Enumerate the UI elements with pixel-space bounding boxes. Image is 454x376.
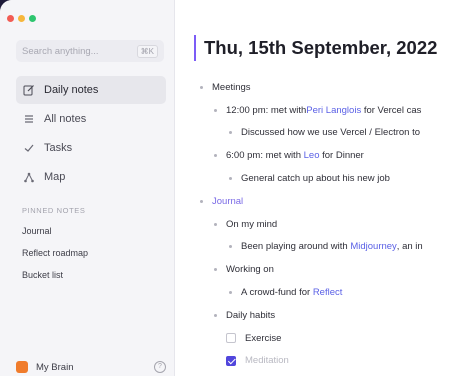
- bullet-icon: [214, 268, 217, 272]
- brain-color-swatch: [16, 361, 28, 373]
- brain-switcher[interactable]: My Brain ?: [16, 360, 166, 374]
- backlink-peri-langlois[interactable]: Peri Langlois: [306, 105, 361, 116]
- outline-text: for Dinner: [319, 150, 364, 162]
- outline-text: Discussed how we use Vercel / Electron t…: [241, 127, 421, 139]
- checkbox[interactable]: [226, 333, 236, 344]
- backlink-leo[interactable]: Leo: [304, 150, 320, 161]
- pinned-notes-list: Journal Reflect roadmap Bucket list: [22, 226, 88, 292]
- page-title[interactable]: Thu, 15th September, 2022: [204, 37, 437, 59]
- sidebar-item-label: All notes: [44, 113, 87, 125]
- sidebar-item-label: Tasks: [44, 142, 73, 154]
- search-placeholder: Search anything...: [22, 45, 99, 57]
- pinned-note-bucket-list[interactable]: Bucket list: [22, 270, 88, 292]
- outline-item-working-detail[interactable]: A crowd-fund for Reflect: [175, 281, 454, 304]
- graph-icon: [22, 170, 36, 184]
- app-window: Search anything... ⌘K Daily notes All no…: [0, 0, 454, 376]
- outline-item-meeting-2[interactable]: 6:00 pm: met with Leo for Dinner: [175, 144, 454, 167]
- checkbox-checked[interactable]: [226, 355, 236, 366]
- sidebar-item-label: Daily notes: [44, 84, 99, 96]
- todo-label: Meditation: [245, 355, 289, 367]
- note-outline: Meetings 12:00 pm: met with Peri Langloi…: [175, 76, 454, 372]
- search-shortcut-badge: ⌘K: [136, 44, 158, 58]
- outline-text: , an in: [396, 241, 423, 253]
- sidebar-item-all-notes[interactable]: All notes: [16, 105, 166, 133]
- sidebar: Search anything... ⌘K Daily notes All no…: [0, 0, 175, 376]
- minimize-window-button[interactable]: [18, 15, 25, 22]
- outline-text: Meetings: [212, 81, 251, 93]
- outline-item-working-on[interactable]: Working on: [175, 258, 454, 281]
- help-icon[interactable]: ?: [154, 361, 166, 373]
- outline-text: Journal: [212, 195, 244, 207]
- outline-item-meeting-2-detail[interactable]: General catch up about his new job: [175, 167, 454, 190]
- outline-item-on-my-mind[interactable]: On my mind: [175, 213, 454, 236]
- title-accent-bar: [194, 35, 196, 61]
- note-editor[interactable]: Thu, 15th September, 2022 Meetings 12:00…: [175, 0, 454, 376]
- outline-text: General catch up about his new job: [241, 173, 390, 185]
- search-input[interactable]: Search anything... ⌘K: [16, 40, 164, 62]
- bullet-icon: [214, 313, 217, 317]
- bullet-icon: [200, 85, 203, 89]
- outline-text: Been playing around with: [241, 241, 351, 253]
- bullet-icon: [214, 154, 217, 158]
- pinned-note-reflect-roadmap[interactable]: Reflect roadmap: [22, 248, 88, 270]
- sidebar-item-map[interactable]: Map: [16, 163, 166, 191]
- bullet-icon: [229, 291, 232, 295]
- outline-item-journal[interactable]: Journal: [175, 190, 454, 213]
- list-icon: [22, 112, 36, 126]
- outline-text: 6:00 pm: met with: [226, 150, 304, 162]
- pinned-notes-heading: PINNED NOTES: [22, 206, 86, 215]
- zoom-window-button[interactable]: [29, 15, 36, 22]
- todo-item-meditation[interactable]: Meditation: [175, 350, 454, 373]
- outline-text: On my mind: [226, 218, 278, 230]
- outline-item-daily-habits[interactable]: Daily habits: [175, 304, 454, 327]
- sidebar-nav: Daily notes All notes Tasks Map: [16, 76, 166, 192]
- sidebar-item-daily-notes[interactable]: Daily notes: [16, 76, 166, 104]
- todo-label: Exercise: [245, 332, 282, 344]
- outline-text: Working on: [226, 264, 274, 276]
- outline-text: Daily habits: [226, 309, 276, 321]
- brain-label: My Brain: [36, 361, 74, 373]
- todo-item-exercise[interactable]: Exercise: [175, 327, 454, 350]
- bullet-icon: [214, 222, 217, 226]
- outline-text: A crowd-fund for: [241, 287, 313, 299]
- bullet-icon: [200, 199, 203, 203]
- bullet-icon: [214, 108, 217, 112]
- bullet-icon: [229, 177, 232, 181]
- sidebar-item-tasks[interactable]: Tasks: [16, 134, 166, 162]
- edit-icon: [22, 83, 36, 97]
- outline-item-mind-detail[interactable]: Been playing around with Midjourney, an …: [175, 236, 454, 259]
- check-icon: [22, 141, 36, 155]
- backlink-reflect[interactable]: Reflect: [313, 287, 343, 298]
- sidebar-item-label: Map: [44, 171, 66, 183]
- close-window-button[interactable]: [7, 15, 14, 22]
- backlink-midjourney[interactable]: Midjourney: [350, 241, 396, 252]
- pinned-note-journal[interactable]: Journal: [22, 226, 88, 248]
- outline-text: for Vercel cas: [361, 104, 422, 116]
- bullet-icon: [229, 131, 232, 135]
- outline-text: 12:00 pm: met with: [226, 104, 307, 116]
- outline-item-meeting-1[interactable]: 12:00 pm: met with Peri Langlois for Ver…: [175, 99, 454, 122]
- bullet-icon: [229, 245, 232, 249]
- outline-item-meeting-1-detail[interactable]: Discussed how we use Vercel / Electron t…: [175, 122, 454, 145]
- outline-item-meetings[interactable]: Meetings: [175, 76, 454, 99]
- traffic-lights: [7, 15, 36, 22]
